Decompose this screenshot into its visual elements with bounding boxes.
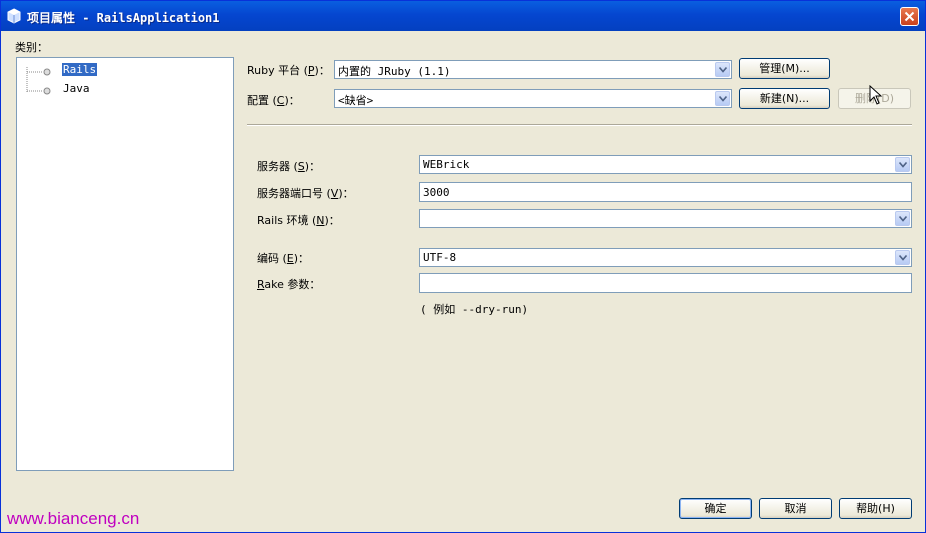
server-port-value: 3000 xyxy=(423,186,450,199)
section-separator xyxy=(247,124,912,126)
rails-environment-dropdown-button[interactable] xyxy=(895,211,910,226)
chevron-down-icon xyxy=(899,255,907,261)
server-value: WEBrick xyxy=(423,158,470,171)
ruby-platform-dropdown-button[interactable] xyxy=(715,62,730,77)
new-configuration-button[interactable]: 新建(N)... xyxy=(739,88,830,109)
server-label: 服务器 (S)： xyxy=(257,160,321,173)
ruby-platform-combo[interactable]: 内置的 JRuby (1.1) xyxy=(334,60,732,79)
manage-platforms-button[interactable]: 管理(M)... xyxy=(739,58,830,79)
close-icon xyxy=(904,11,915,22)
chevron-down-icon xyxy=(899,216,907,222)
rake-arguments-label: Rake 参数： xyxy=(257,278,321,291)
chevron-down-icon xyxy=(719,67,727,73)
configuration-combo[interactable]: <缺省> xyxy=(334,89,732,108)
mouse-pointer-icon xyxy=(869,85,883,105)
configuration-label: 配置 (C)： xyxy=(247,94,300,107)
cancel-button[interactable]: 取消 xyxy=(759,498,832,519)
categories-label: 类别： xyxy=(15,41,48,54)
watermark: www.bianceng.cn xyxy=(7,509,140,528)
tree-connector-lines xyxy=(26,67,51,95)
rails-environment-label: Rails 环境 (N)： xyxy=(257,214,340,227)
tree-item-rails[interactable]: Rails xyxy=(60,62,99,77)
encoding-dropdown-button[interactable] xyxy=(895,250,910,265)
server-port-label: 服务器端口号 (V)： xyxy=(257,187,354,200)
chevron-down-icon xyxy=(899,162,907,168)
rake-arguments-hint: ( 例如 --dry-run) xyxy=(420,303,529,316)
encoding-label: 编码 (E)： xyxy=(257,252,310,265)
rake-arguments-input[interactable] xyxy=(419,273,912,293)
ruby-platform-value: 内置的 JRuby (1.1) xyxy=(338,65,451,78)
tree-item-java[interactable]: Java xyxy=(62,82,91,95)
help-button[interactable]: 帮助(H) xyxy=(839,498,912,519)
server-port-input[interactable]: 3000 xyxy=(419,182,912,202)
category-tree[interactable]: Rails Java xyxy=(16,57,234,471)
ruby-platform-label: Ruby 平台 (P)： xyxy=(247,64,330,77)
server-combo[interactable]: WEBrick xyxy=(419,155,912,174)
title-bar[interactable]: 项目属性 - RailsApplication1 xyxy=(1,1,925,31)
cube-icon xyxy=(7,8,21,24)
configuration-dropdown-button[interactable] xyxy=(715,91,730,106)
rails-environment-combo[interactable] xyxy=(419,209,912,228)
encoding-combo[interactable]: UTF-8 xyxy=(419,248,912,267)
project-properties-dialog: 项目属性 - RailsApplication1 类别： Rails Java … xyxy=(0,0,926,533)
encoding-value: UTF-8 xyxy=(423,251,457,264)
window-title: 项目属性 - RailsApplication1 xyxy=(27,11,220,25)
close-button[interactable] xyxy=(900,7,919,26)
configuration-value: <缺省> xyxy=(338,94,374,107)
ok-button[interactable]: 确定 xyxy=(679,498,752,519)
server-dropdown-button[interactable] xyxy=(895,157,910,172)
chevron-down-icon xyxy=(719,96,727,102)
